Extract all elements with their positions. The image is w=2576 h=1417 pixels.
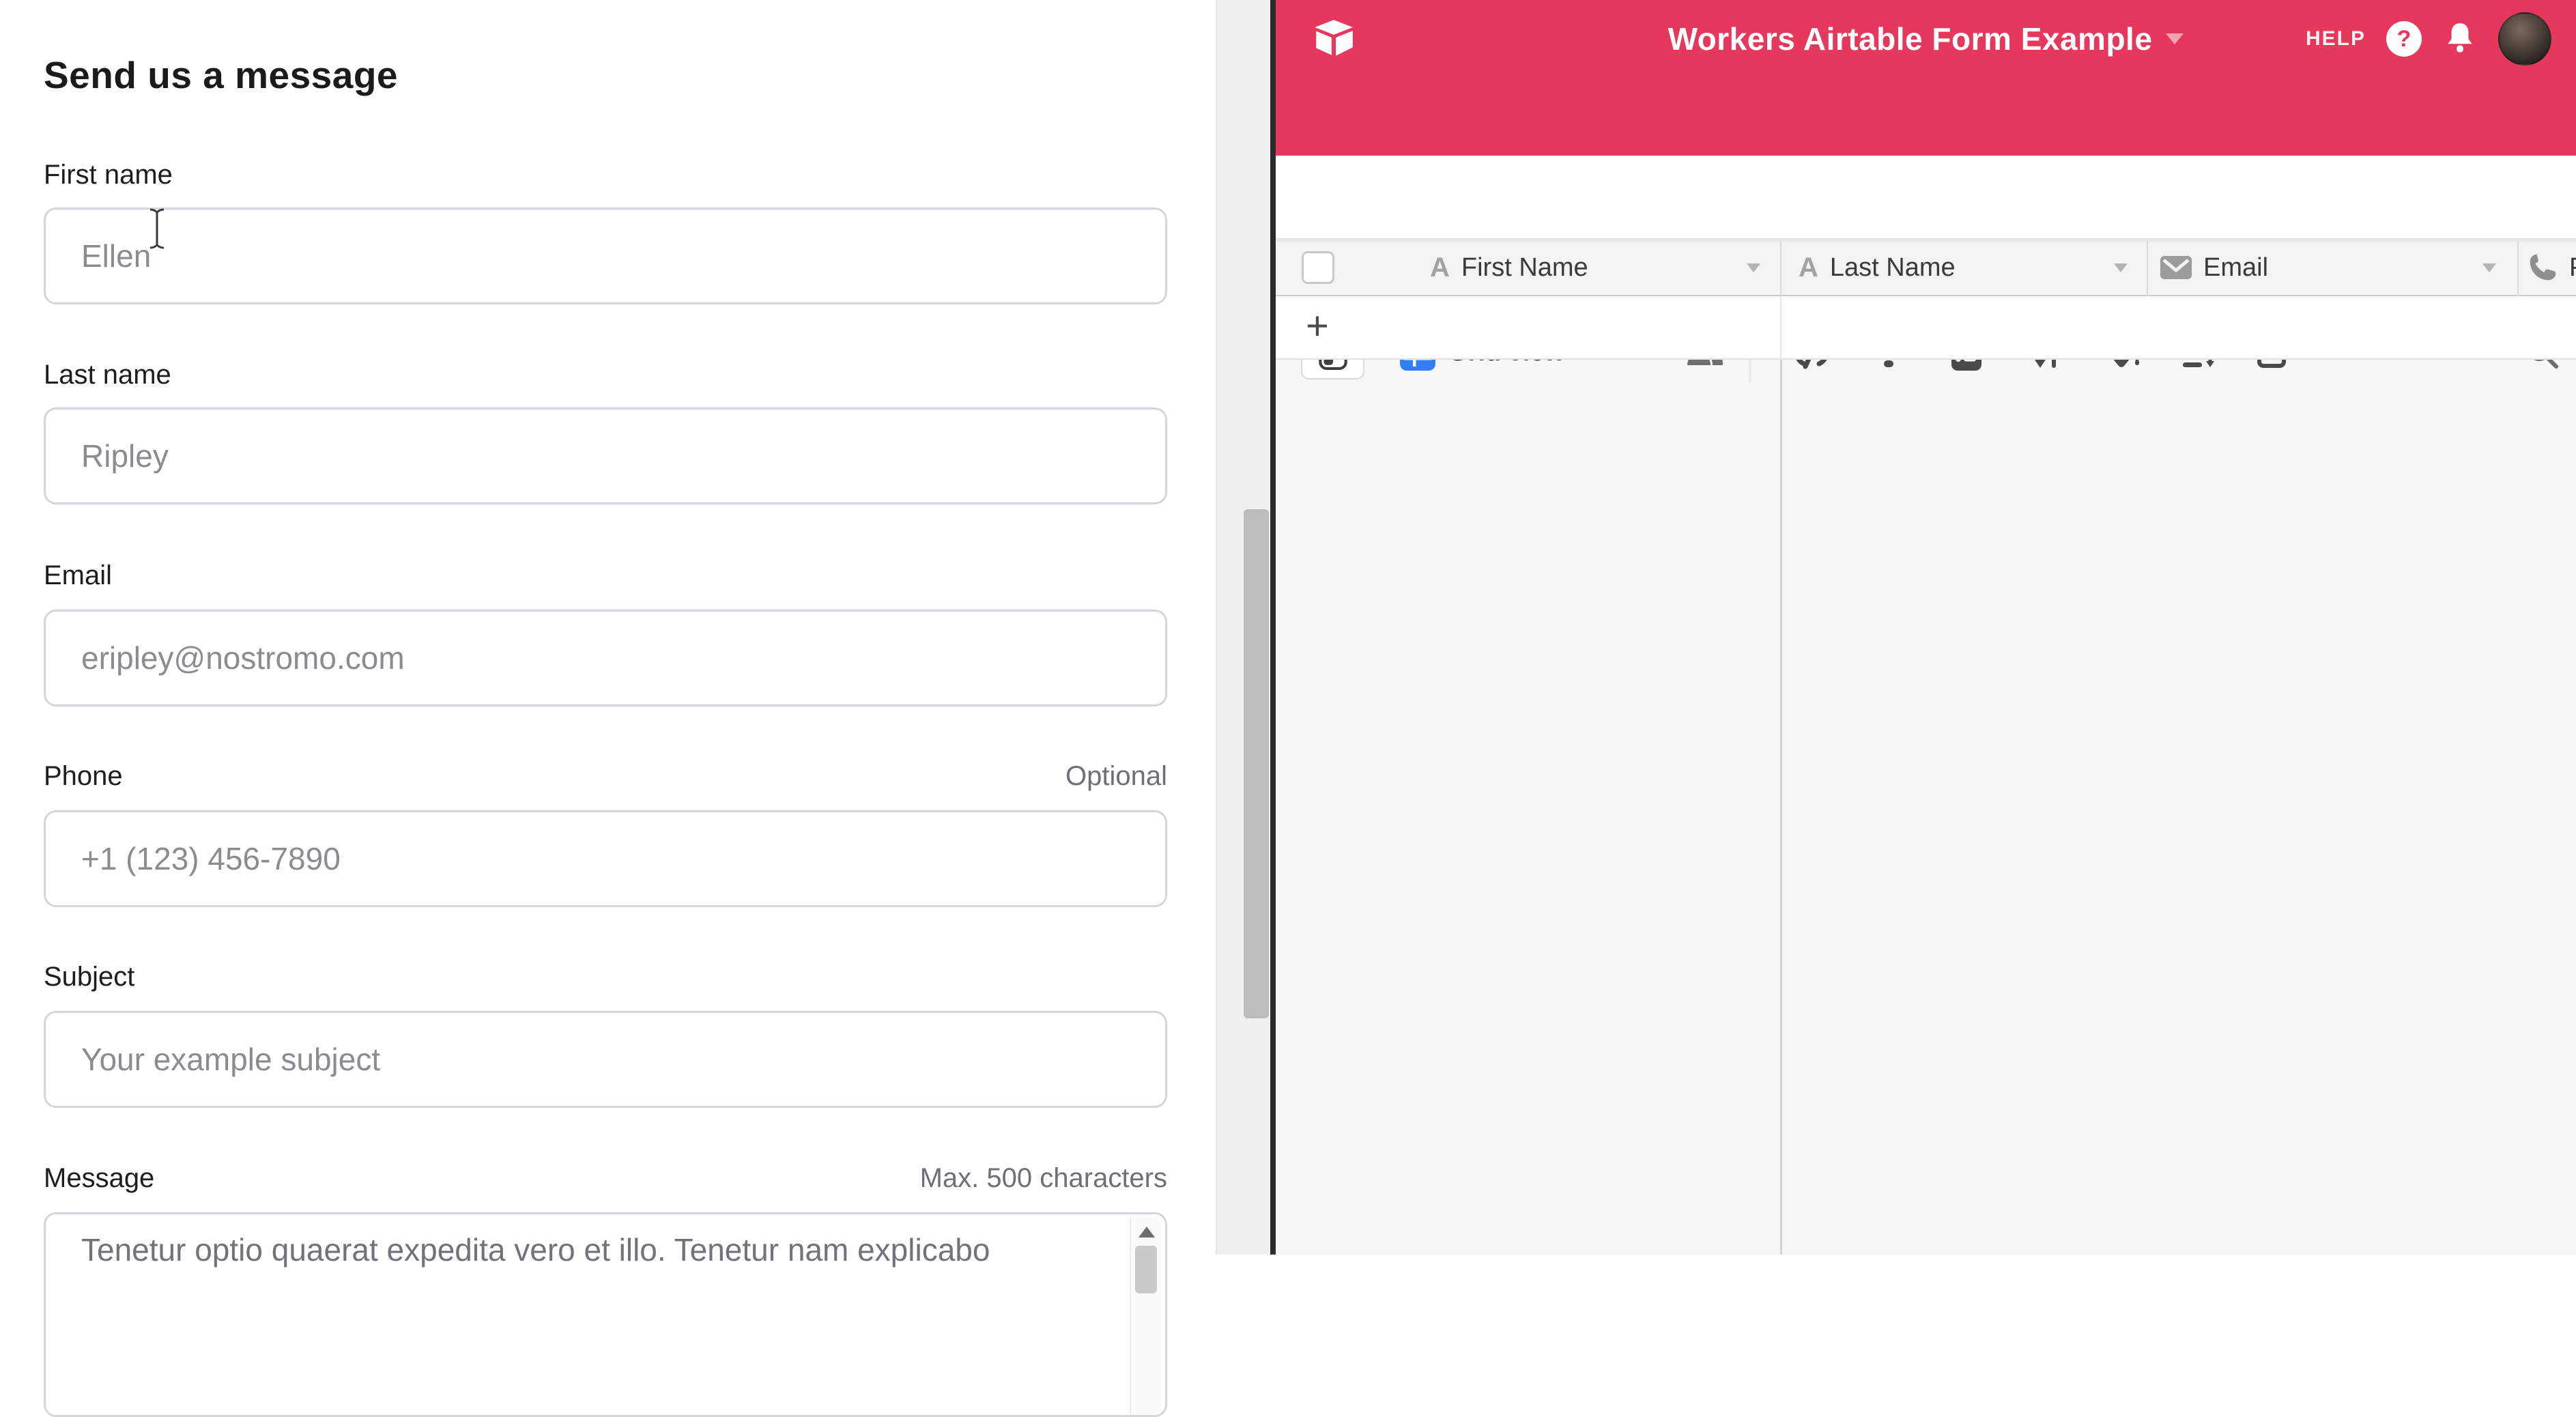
notifications-bell-icon[interactable]: [2442, 20, 2478, 57]
phone-placeholder: +1 (123) 456-7890: [81, 840, 341, 877]
phone-optional-hint: Optional: [44, 761, 1167, 792]
add-record-plus-icon[interactable]: +: [1306, 296, 1329, 356]
subject-placeholder: Your example subject: [81, 1041, 380, 1078]
form-pane-scrollbar-thumb[interactable]: [1244, 509, 1269, 1018]
help-button[interactable]: HELP: [2306, 27, 2366, 51]
subject-label: Subject: [44, 962, 1167, 992]
column-header-email[interactable]: Email: [2160, 240, 2268, 295]
airtable-topbar: Workers Airtable Form Example HELP ?: [1276, 0, 2576, 78]
airtable-logo-icon[interactable]: [1311, 16, 1356, 61]
column-chevron-icon[interactable]: [2114, 263, 2128, 272]
first-name-label: First name: [44, 160, 1167, 190]
text-field-type-icon: A: [1799, 253, 1818, 283]
column-border: [2147, 240, 2148, 296]
base-title[interactable]: Workers Airtable Form Example: [1668, 20, 2153, 57]
last-name-input[interactable]: Ripley: [44, 407, 1167, 504]
scroll-up-arrow-icon[interactable]: [1139, 1227, 1155, 1237]
form-heading: Send us a message: [44, 53, 398, 97]
select-all-checkbox[interactable]: [1302, 251, 1334, 284]
text-field-type-icon: A: [1430, 253, 1450, 283]
add-record-row[interactable]: +: [1276, 296, 2576, 360]
airtable-pane: Workers Airtable Form Example HELP ? For…: [1276, 0, 2576, 1255]
message-max-hint: Max. 500 characters: [44, 1163, 1167, 1194]
message-scrollbar-thumb[interactable]: [1135, 1246, 1157, 1293]
email-label: Email: [44, 560, 1167, 591]
column-chevron-icon[interactable]: [2482, 263, 2496, 272]
column-header-first-name[interactable]: A First Name: [1430, 240, 1588, 295]
message-scrollbar[interactable]: [1130, 1217, 1162, 1415]
frozen-column-divider: [1780, 360, 1782, 1255]
message-text: Tenetur optio quaerat expedita vero et i…: [81, 1229, 1091, 1270]
chevron-down-icon: [2166, 33, 2184, 44]
last-name-placeholder: Ripley: [81, 438, 169, 474]
message-textarea[interactable]: Tenetur optio quaerat expedita vero et i…: [44, 1212, 1167, 1417]
help-question-icon[interactable]: ?: [2386, 21, 2422, 57]
email-input[interactable]: eripley@nostromo.com: [44, 610, 1167, 706]
column-chevron-icon[interactable]: [1747, 263, 1760, 272]
view-toolbar: Grid view: [1276, 156, 2576, 240]
column-header-phone[interactable]: Phone: [2528, 240, 2576, 295]
column-border: [1780, 240, 1781, 296]
frozen-column-border: [1780, 296, 1781, 358]
user-avatar[interactable]: [2498, 12, 2551, 66]
text-cursor-icon: [147, 207, 167, 250]
subject-input[interactable]: Your example subject: [44, 1011, 1167, 1108]
email-field-type-icon: [2160, 254, 2192, 281]
last-name-label: Last name: [44, 360, 1167, 390]
first-name-input[interactable]: Ellen: [44, 207, 1167, 304]
phone-field-type-icon: [2528, 253, 2558, 283]
contact-form-pane: Send us a message First name Ellen Last …: [0, 0, 1216, 1255]
first-name-placeholder: Ellen: [81, 238, 151, 274]
column-border: [2517, 240, 2519, 296]
column-header-last-name[interactable]: A Last Name: [1799, 240, 1956, 295]
airtable-tabbar: Form Submissions SHARE: [1276, 78, 2576, 156]
window-divider: [1270, 0, 1276, 1255]
phone-input[interactable]: +1 (123) 456-7890: [44, 810, 1167, 907]
email-placeholder: eripley@nostromo.com: [81, 640, 405, 676]
